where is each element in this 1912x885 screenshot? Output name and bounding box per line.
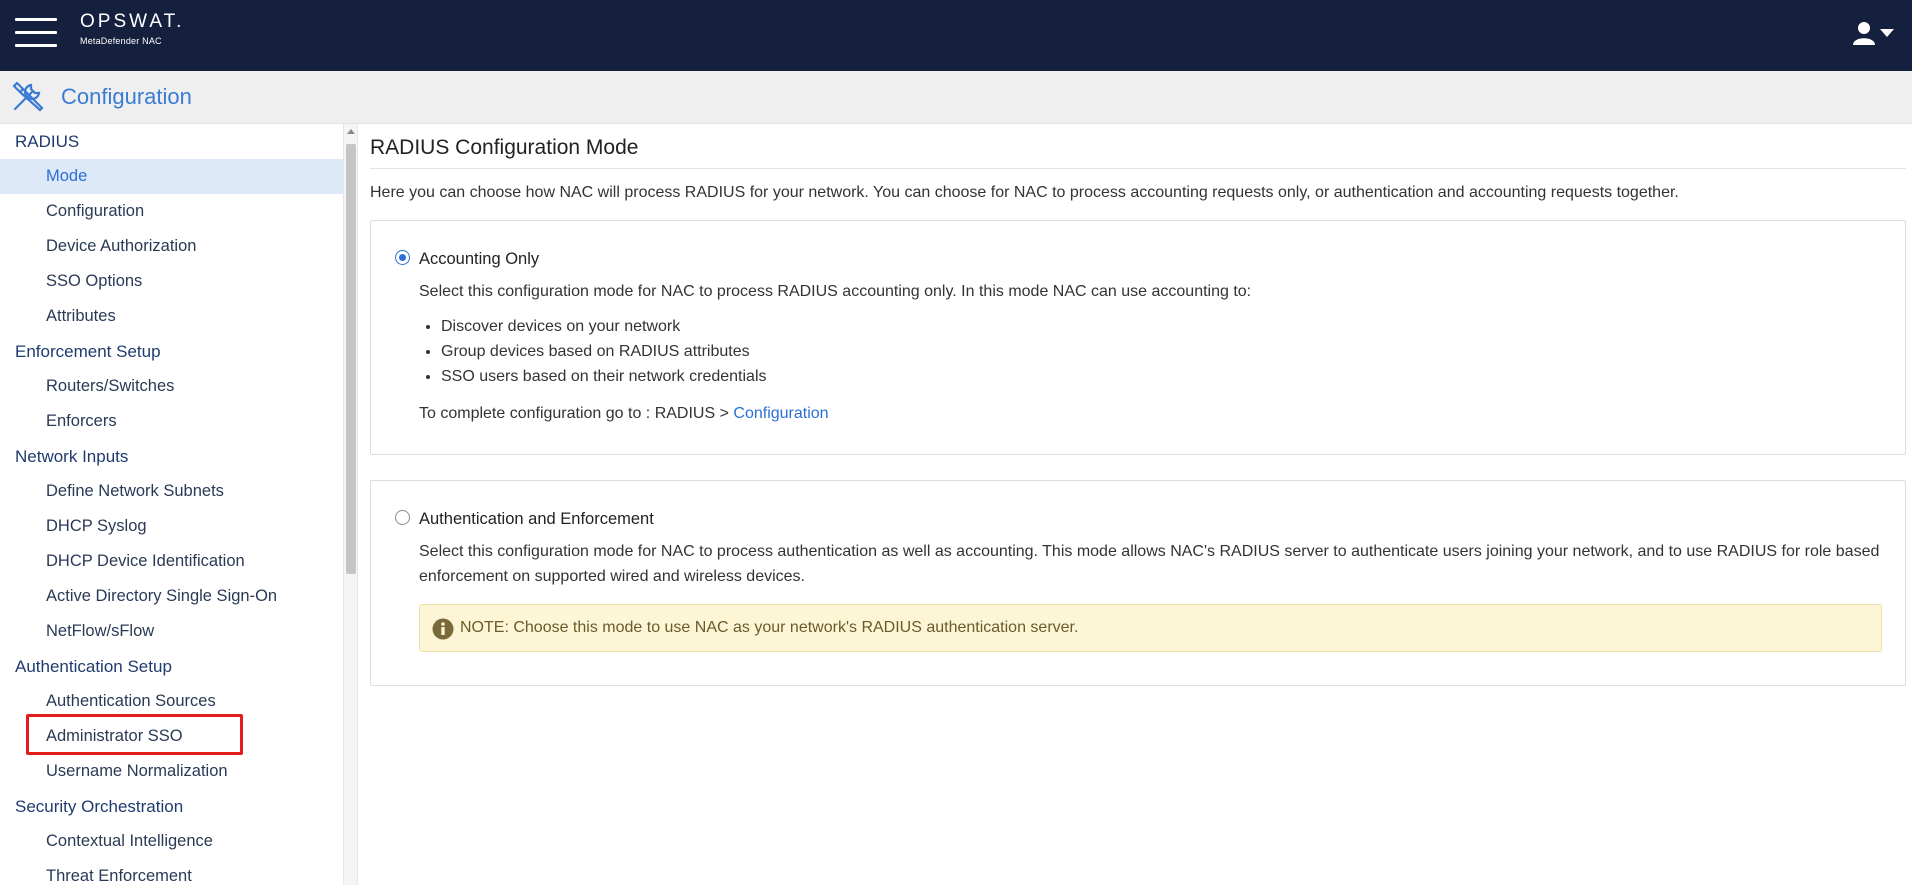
accounting-only-title[interactable]: Accounting Only [419,250,539,269]
accounting-only-footer: To complete configuration go to : RADIUS… [419,401,1881,426]
sidebar-section-network-inputs: Network Inputs [15,447,129,466]
hamburger-menu-icon[interactable] [15,18,57,48]
page-description: Here you can choose how NAC will process… [370,184,1679,201]
sidebar-scrollbar[interactable] [343,124,358,885]
footer-prefix: To complete configuration go to : RADIUS… [419,405,734,422]
accounting-only-radio[interactable] [395,250,410,265]
sidebar-item-attributes[interactable]: Attributes [0,299,343,334]
sidebar-item-enforcers[interactable]: Enforcers [0,404,343,439]
option-accounting-only-panel[interactable]: Accounting Only Select this configuratio… [370,220,1906,455]
list-item: Discover devices on your network [441,314,1881,339]
sidebar-item-active-directory-sso[interactable]: Active Directory Single Sign-On [0,579,343,614]
list-item: Group devices based on RADIUS attributes [441,339,1881,364]
page-title: RADIUS Configuration Mode [370,124,1906,169]
sidebar-section-authentication-setup: Authentication Setup [15,657,172,676]
sidebar-item-routers-switches[interactable]: Routers/Switches [0,369,343,404]
authentication-enforcement-text: Select this configuration mode for NAC t… [419,543,1880,585]
brand-name: OPSWAT. [80,11,185,32]
sidebar-item-username-normalization[interactable]: Username Normalization [0,754,343,789]
page-header: Configuration [0,71,1912,124]
scroll-up-arrow-icon[interactable] [347,129,355,134]
configuration-link[interactable]: Configuration [733,405,828,422]
highlight-annotation-box [26,714,243,755]
brand-subtitle: MetaDefender NAC [80,36,162,46]
info-icon [432,618,454,640]
sidebar-item-contextual-intelligence[interactable]: Contextual Intelligence [0,824,343,859]
sidebar-item-device-authorization[interactable]: Device Authorization [0,229,343,264]
option-authentication-enforcement-panel[interactable]: Authentication and Enforcement Select th… [370,480,1906,686]
accounting-only-body: Select this configuration mode for NAC t… [419,279,1881,426]
user-menu-icon[interactable] [1852,20,1896,48]
sidebar-item-dhcp-syslog[interactable]: DHCP Syslog [0,509,343,544]
sidebar-scroll-thumb[interactable] [346,144,356,574]
brand-logo[interactable]: OPSWAT. MetaDefender NAC [80,11,184,46]
sidebar-item-netflow-sflow[interactable]: NetFlow/sFlow [0,614,343,649]
sidebar-item-define-network-subnets[interactable]: Define Network Subnets [0,474,343,509]
sidebar-item-mode[interactable]: Mode [0,159,343,194]
sidebar-item-sso-options[interactable]: SSO Options [0,264,343,299]
tools-icon [9,77,47,115]
sidebar-section-radius: RADIUS [15,132,80,151]
sidebar-section-enforcement-setup: Enforcement Setup [15,342,161,361]
authentication-enforcement-title[interactable]: Authentication and Enforcement [419,510,654,529]
sidebar-item-dhcp-device-identification[interactable]: DHCP Device Identification [0,544,343,579]
list-item: SSO users based on their network credent… [441,364,1881,389]
sidebar-item-configuration[interactable]: Configuration [0,194,343,229]
note-banner: NOTE: Choose this mode to use NAC as you… [419,604,1882,652]
top-navbar: OPSWAT. MetaDefender NAC [0,0,1912,71]
sidebar-section-security-orchestration: Security Orchestration [15,797,184,816]
accounting-only-bullets: Discover devices on your network Group d… [441,314,1881,389]
note-text: NOTE: Choose this mode to use NAC as you… [460,619,1079,636]
authentication-enforcement-radio[interactable] [395,510,410,525]
sidebar-item-threat-enforcement[interactable]: Threat Enforcement [0,859,343,885]
main-content: RADIUS Configuration Mode Here you can c… [370,124,1906,686]
page-header-title: Configuration [61,84,192,109]
sidebar-nav: RADIUS Mode Configuration Device Authori… [0,124,343,885]
accounting-only-text: Select this configuration mode for NAC t… [419,283,1252,300]
